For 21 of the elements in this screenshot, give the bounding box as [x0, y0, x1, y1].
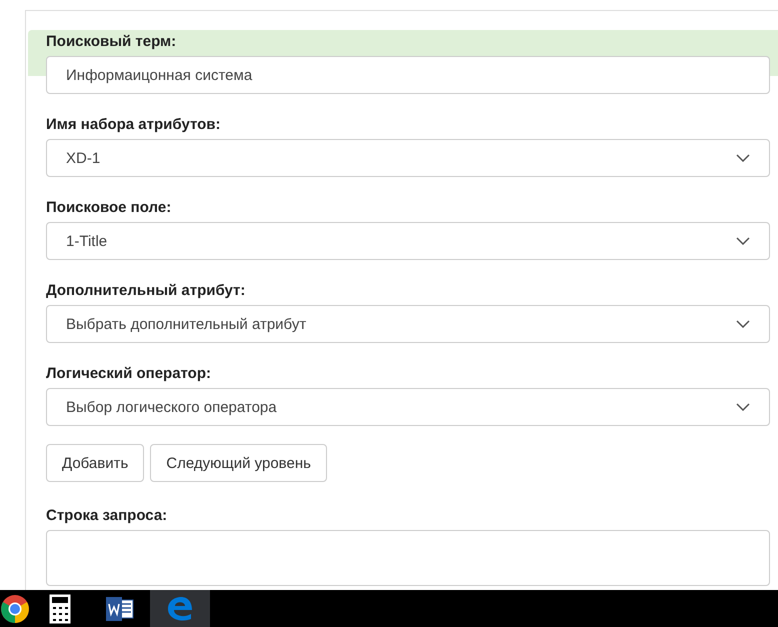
field-label: Логический оператор:: [46, 364, 212, 384]
field-label: Строка запроса:: [46, 506, 168, 526]
action-button[interactable]: Добавить: [46, 444, 144, 482]
field-label: Дополнительный атрибут:: [46, 281, 246, 301]
chevron-down-icon: [736, 237, 750, 245]
field-label: Поисковое поле:: [46, 198, 172, 218]
action-button[interactable]: Следующий уровень: [150, 444, 327, 482]
field-label: Имя набора атрибутов:: [46, 115, 222, 135]
chevron-down-icon: [736, 403, 750, 411]
select-field[interactable]: XD-1: [46, 139, 770, 177]
field-label: Поисковый терм:: [46, 32, 178, 52]
select-field[interactable]: Выбор логического оператора: [46, 388, 770, 426]
chevron-down-icon: [736, 320, 750, 328]
select-field[interactable]: Выбрать дополнительный атрибут: [46, 305, 770, 343]
calculator-icon: [49, 594, 71, 624]
chrome-icon: [0, 594, 30, 624]
input-field[interactable]: Информаицонная система: [46, 56, 770, 94]
edge-icon: [167, 596, 193, 620]
word-icon: [106, 596, 134, 620]
select-field[interactable]: 1-Title: [46, 222, 770, 260]
chevron-down-icon: [736, 154, 750, 162]
